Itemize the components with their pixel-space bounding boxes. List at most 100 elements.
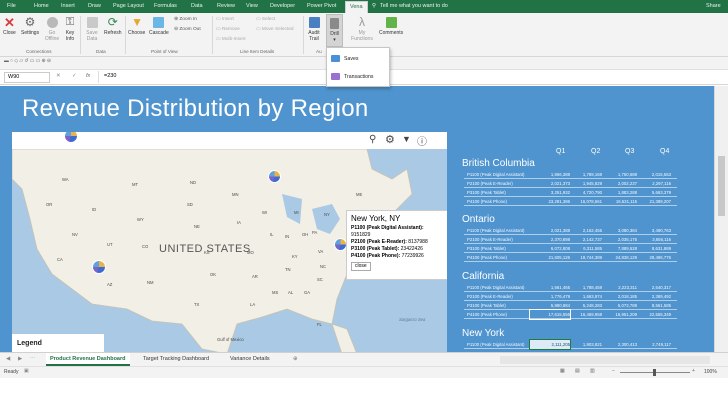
cell-q3[interactable]: 1,750,688 [603,170,637,179]
cell-q4[interactable]: 2,540,317 [637,283,671,292]
location-pin-icon[interactable]: ⚲ [369,134,376,145]
cell-q2[interactable]: 4,720,790 [568,188,602,197]
worksheet[interactable]: Revenue Distribution by Region ⚲ ⚙ ▼ ⓘ U… [0,86,714,352]
cell-q1[interactable]: 21,605,126 [530,253,570,262]
tab-developer[interactable]: Developer [270,3,295,9]
cell-q1[interactable]: 2,370,898 [530,235,570,244]
tab-insert[interactable]: Insert [61,3,75,9]
cell-q2[interactable]: 16,078,661 [568,197,602,206]
cell-q1[interactable]: 2,021,388 [530,226,570,235]
table-row[interactable]: P4100 (Peak Phone) 17,615,556 16,469,958 16… [464,309,677,320]
cell-q2[interactable]: 2,162,455 [568,226,602,235]
pie-marker-california[interactable] [92,260,106,274]
tell-me-box[interactable]: Tell me what you want to do [380,3,448,9]
cascade-button[interactable]: Cascade [149,17,169,36]
tab-vena[interactable]: Vena [345,1,368,13]
table-row[interactable]: P2100 (Peak E-Reader) 1,776,479 1,663,974 2… [464,292,677,301]
audit-trail-button[interactable]: Audit Trail [307,17,321,42]
tab-view[interactable]: View [246,3,258,9]
tab-file[interactable]: File [7,3,16,9]
cell-q1[interactable]: 5,990,884 [530,301,570,310]
table-row[interactable]: P3100 (Peak Tablet) 5,990,884 5,248,283 5,0… [464,301,677,310]
cell-q2[interactable]: 1,789,168 [568,170,602,179]
macro-record-icon[interactable]: ▣ [24,368,29,374]
cell-q2[interactable]: 1,788,459 [568,283,602,292]
cell-q2[interactable]: 16,469,958 [568,310,602,319]
zoom-slider-thumb[interactable] [653,369,656,376]
pie-marker-toronto[interactable] [268,170,281,183]
table-row[interactable]: P1100 (Peak Digital Assistant) 1,866,388 1… [464,170,677,179]
view-normal-icon[interactable]: ▦ [560,368,565,374]
my-functions-button[interactable]: λ My Functions [350,16,374,42]
save-data-button[interactable]: Save Data [85,17,99,42]
zoom-in-icon[interactable]: + [692,368,695,374]
cell-q1-selected[interactable]: 2,111,205 [529,339,571,350]
map-visual[interactable]: ⚲ ⚙ ▼ ⓘ UNITED STATES WA MT ND MN OR ID … [12,132,447,352]
cell-q3[interactable]: 2,018,185 [603,292,637,301]
settings-button[interactable]: ⚙ Settings [21,16,39,36]
menu-item-transactions[interactable]: Transactions [331,73,374,80]
table-row[interactable]: P1100 (Peak Digital Assistant) 1,661,465 1… [464,283,677,292]
cancel-icon[interactable]: ✕ [56,73,61,79]
name-box[interactable]: W90 [4,72,50,83]
sheet-tab-product-revenue[interactable]: Product Revenue Dashboard [46,353,130,366]
table-row[interactable]: P2100 (Peak E-Reader) 2,021,373 1,945,829 2… [464,179,677,188]
choose-button[interactable]: ▼ Choose [128,16,145,36]
cell-q1[interactable]: 3,251,932 [530,188,570,197]
gear-icon[interactable]: ⚙ [385,133,395,146]
multi-insert-button[interactable]: ▭ Multi-Insert [216,37,246,42]
cell-q4[interactable]: 2,749,117 [637,340,671,349]
sheet-tab-target-tracking[interactable]: Target Tracking Dashboard [143,356,209,362]
cell-q4[interactable]: 3,656,116 [637,235,671,244]
cell-q3[interactable]: 7,889,528 [603,244,637,253]
cell-q4[interactable]: 8,561,585 [637,301,671,310]
tab-formulas[interactable]: Formulas [154,3,177,9]
remove-button[interactable]: ▭ Remove [216,27,240,32]
scroll-thumb[interactable] [718,156,725,216]
cell-q2[interactable]: 6,311,585 [568,244,602,253]
key-info-button[interactable]: ⚿ Key Info [64,17,76,43]
tab-page-layout[interactable]: Page Layout [113,3,144,9]
cell-q4[interactable]: 2,389,492 [637,292,671,301]
cell-q1[interactable]: 2,021,373 [530,179,570,188]
cell-q2[interactable]: 19,744,389 [568,253,602,262]
sheet-tab-variance-details[interactable]: Variance Details [230,356,270,362]
cell-q3[interactable]: 5,073,789 [603,301,637,310]
table-row[interactable]: P4100 (Peak Phone) 21,605,126 19,744,389 24… [464,253,677,262]
tab-review[interactable]: Review [217,3,235,9]
qat-icons[interactable]: ▬ ○ ◇ ▱ ↺ ▭ ▭ ⊕ ⊖ [4,59,51,64]
view-page-break-icon[interactable]: ▥ [590,368,595,374]
cell-q3[interactable]: 24,838,129 [603,253,637,262]
cell-q3[interactable]: 1,883,288 [603,188,637,197]
insert-button[interactable]: ▭ Insert [216,17,234,22]
add-sheet-icon[interactable]: ⊕ [293,356,298,362]
scroll-tabs-left-icon[interactable]: ◀ [6,356,10,362]
table-row[interactable]: P1100 (Peak Digital Assistant) 2,021,388 2… [464,226,677,235]
table-row[interactable]: P1100 (Peak Digital Assistant) 2,111,205 1… [464,339,677,350]
cell-q1[interactable]: 6,072,808 [530,244,570,253]
cell-q2[interactable]: 1,945,829 [568,179,602,188]
more-tabs-icon[interactable]: ⋯ [30,356,36,362]
table-row[interactable]: P2100 (Peak E-Reader) 2,370,898 2,142,737 2… [464,235,677,244]
cell-q2[interactable]: 2,142,737 [568,235,602,244]
cell-q3[interactable]: 16,531,115 [603,197,637,206]
help-icon[interactable]: ⓘ [417,133,427,148]
table-row[interactable]: P4100 (Peak Phone) 23,281,386 16,078,661 16… [464,197,677,206]
cell-q2[interactable]: 1,663,974 [568,292,602,301]
scroll-tabs-right-icon[interactable]: ▶ [18,356,22,362]
tab-home[interactable]: Home [34,3,49,9]
move-selected-button[interactable]: ▭ Move Selected [256,27,294,32]
cell-q3[interactable]: 2,002,237 [603,179,637,188]
cell-q4[interactable]: 21,389,207 [637,197,671,206]
menu-item-saves[interactable]: Saves [331,55,358,62]
zoom-out-button[interactable]: ⊖ Zoom Out [174,27,201,32]
refresh-button[interactable]: ⟳ Refresh [104,16,122,36]
cell-q3[interactable]: 2,035,175 [603,235,637,244]
table-row[interactable]: P3100 (Peak Tablet) 3,251,932 4,720,790 1,8… [464,188,677,197]
cell-q2[interactable]: 1,903,821 [568,340,602,349]
cell-q4[interactable]: 3,490,763 [637,226,671,235]
cell-q1[interactable]: 1,661,465 [530,283,570,292]
cell-q1[interactable]: 1,866,388 [530,170,570,179]
cell-q4[interactable]: 22,555,349 [637,310,671,319]
tab-power-pivot[interactable]: Power Pivot [307,3,336,9]
